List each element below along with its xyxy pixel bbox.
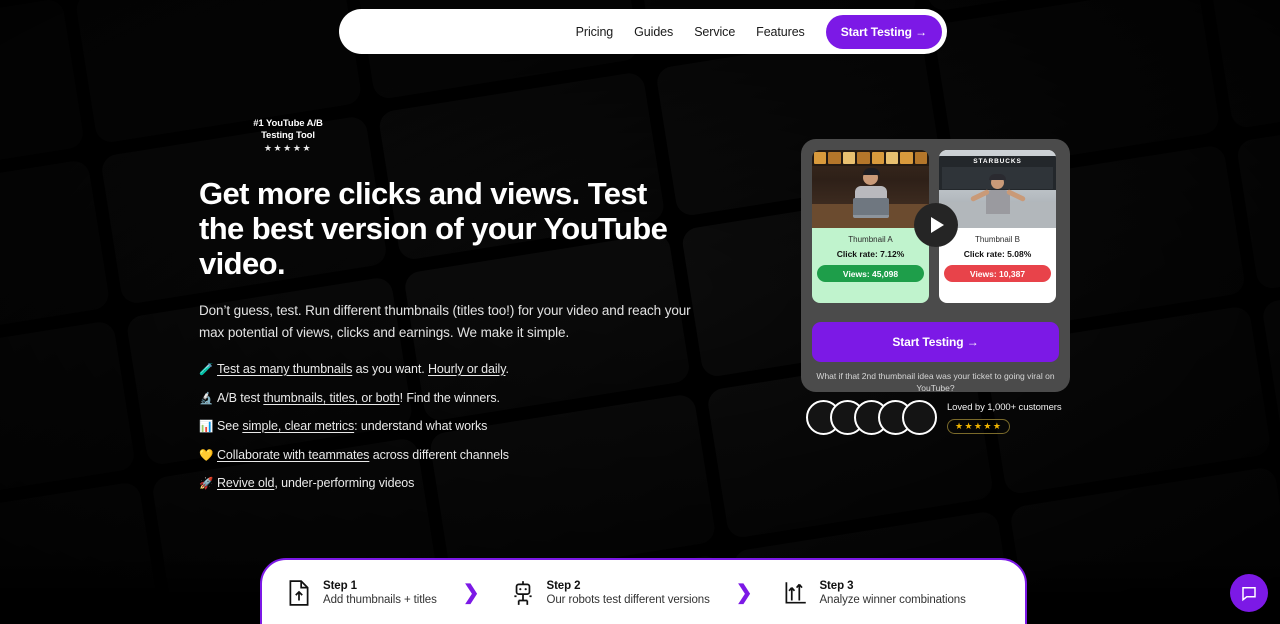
growth-chart-icon — [782, 579, 808, 607]
feature-item-label: A/B test thumbnails, titles, or both! Fi… — [217, 390, 500, 405]
step-3[interactable]: Step 3 Analyze winner combinations — [782, 579, 966, 607]
step-3-title: Step 3 — [819, 580, 854, 592]
feature-item: 🚀 Revive old, under-performing videos — [199, 476, 729, 492]
feature-item: 📊 See simple, clear metrics: understand w… — [199, 419, 729, 435]
nav-link-features[interactable]: Features — [756, 25, 805, 39]
feature-item: 🔬 A/B test thumbnails, titles, or both! F… — [199, 391, 729, 407]
ranking-badge: #1 YouTube A/B Testing Tool ★★★★★ — [229, 118, 347, 154]
chevron-right-icon-1: ❯ — [462, 582, 480, 604]
play-triangle-icon — [931, 217, 944, 233]
feature-item-label: See simple, clear metrics: understand wh… — [217, 419, 488, 433]
step-1[interactable]: Step 1 Add thumbnails + titles — [286, 579, 437, 607]
background-tile — [0, 159, 111, 350]
background-tile — [1235, 100, 1280, 291]
feature-list: 🧪 Test as many thumbnails as you want. Ho… — [199, 362, 729, 492]
customer-avatar-group — [806, 400, 937, 435]
nav-start-testing-button[interactable]: Start Testing → — [825, 14, 942, 49]
microscope-icon: 🔬 — [199, 392, 214, 405]
badge-line-1: #1 YouTube A/B — [253, 118, 323, 129]
step-2-title: Step 2 — [546, 580, 581, 592]
step-2[interactable]: Step 2 Our robots test different version… — [510, 579, 710, 607]
social-proof-text-block: Loved by 1,000+ customers ★★★★★ — [947, 401, 1062, 434]
social-stars-icon: ★★★★★ — [947, 418, 1011, 434]
thumbnail-a-click-rate: Click rate: 7.12% — [836, 249, 905, 259]
person-arms-out-figure — [969, 174, 1026, 222]
step-2-desc: Our robots test different versions — [546, 594, 710, 606]
background-tile — [0, 481, 162, 624]
feature-item-label: Revive old, under-performing videos — [217, 476, 415, 490]
rocket-icon: 🚀 — [199, 478, 214, 490]
hero-title: Get more clicks and views. Test the best… — [199, 176, 668, 281]
storefront-sign-text: STARBUCKS — [973, 158, 1022, 165]
social-proof: Loved by 1,000+ customers ★★★★★ — [806, 400, 1062, 435]
background-tile — [0, 320, 137, 511]
background-tile — [0, 0, 86, 189]
yellow-heart-icon: 💛 — [199, 449, 214, 462]
thumbnail-b-click-rate: Click rate: 5.08% — [963, 249, 1032, 259]
bar-chart-icon: 📊 — [199, 421, 214, 433]
nav-link-pricing[interactable]: Pricing — [576, 25, 614, 39]
step-1-title: Step 1 — [323, 580, 357, 592]
test-tube-icon: 🧪 — [199, 364, 214, 376]
step-1-desc: Add thumbnails + titles — [323, 594, 437, 606]
thumbnail-a-views: Views: 45,098 — [817, 265, 924, 282]
laptop-decor — [852, 198, 889, 218]
coffee-shelf-decor — [812, 150, 929, 166]
chat-bubble-icon[interactable] — [1230, 574, 1268, 612]
feature-item-label: Collaborate with teammates across differ… — [217, 447, 509, 462]
feature-item: 🧪 Test as many thumbnails as you want. Ho… — [199, 362, 729, 378]
background-tile — [1210, 0, 1280, 130]
thumbnail-a-image — [812, 150, 929, 228]
landing-page: Pricing Guides Service Features Start Te… — [0, 0, 1280, 624]
nav-link-service[interactable]: Service — [694, 25, 735, 39]
thumbnail-a-label: Thumbnail A — [848, 235, 893, 244]
loved-by-label: Loved by 1,000+ customers — [947, 401, 1062, 413]
thumbnail-b-image: STARBUCKS — [939, 150, 1056, 228]
thumbnail-comparison: Thumbnail A Click rate: 7.12% Views: 45,… — [812, 150, 1059, 303]
card-note-text: What if that 2nd thumbnail idea was your… — [816, 371, 1055, 393]
steps-bar: Step 1 Add thumbnails + titles ❯ Step 2 … — [260, 558, 1027, 624]
avatar — [902, 400, 937, 435]
play-icon[interactable] — [913, 203, 958, 247]
nav-link-guides[interactable]: Guides — [634, 25, 673, 39]
upload-document-icon — [286, 579, 312, 607]
robot-icon — [510, 579, 536, 607]
ab-test-preview-card: Thumbnail A Click rate: 7.12% Views: 45,… — [801, 139, 1070, 393]
top-navigation-bar: Pricing Guides Service Features Start Te… — [339, 9, 947, 54]
hero-left-column: #1 YouTube A/B Testing Tool ★★★★★ Get mo… — [199, 118, 729, 505]
hero-subtitle: Don’t guess, test. Run different thumbna… — [199, 303, 691, 340]
step-3-desc: Analyze winner combinations — [819, 594, 966, 606]
card-start-testing-button[interactable]: Start Testing → — [812, 322, 1059, 362]
badge-stars-icon: ★★★★★ — [263, 143, 313, 153]
feature-item-label: Test as many thumbnails as you want. Hou… — [217, 362, 509, 376]
feature-item: 💛 Collaborate with teammates across diffe… — [199, 448, 729, 464]
chevron-right-icon-2: ❯ — [735, 582, 753, 604]
badge-line-2: Testing Tool — [261, 129, 315, 141]
thumbnail-a-card[interactable]: Thumbnail A Click rate: 7.12% Views: 45,… — [812, 150, 929, 303]
thumbnail-b-views: Views: 10,387 — [944, 265, 1051, 282]
